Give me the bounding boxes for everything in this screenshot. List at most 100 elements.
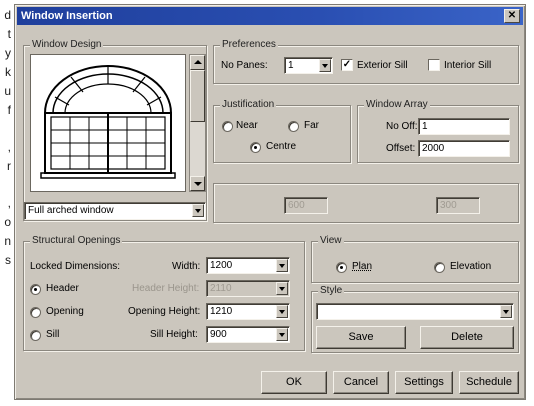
no-off-input[interactable]: 1 xyxy=(418,118,510,135)
background-text-line: d xyxy=(4,8,11,22)
dialog-title: Window Insertion xyxy=(21,10,113,22)
window-type-select[interactable]: Full arched window xyxy=(24,202,206,220)
window-design-group: Window Design Full arched window xyxy=(23,39,207,221)
elevation-radio[interactable] xyxy=(434,262,445,273)
background-text-line: k xyxy=(5,65,11,79)
background-document-text: d t y k u f , r , o n s xyxy=(4,6,11,270)
scroll-down-button[interactable] xyxy=(190,176,205,191)
cancel-button[interactable]: Cancel xyxy=(333,371,389,394)
schedule-button[interactable]: Schedule xyxy=(459,371,519,394)
justification-legend: Justification xyxy=(220,99,277,111)
opening-height-select[interactable]: 1210 xyxy=(206,303,290,320)
background-text-line: , xyxy=(7,140,11,154)
background-text-line: f xyxy=(7,103,11,117)
view-legend: View xyxy=(318,235,344,247)
far-radio[interactable] xyxy=(288,121,299,132)
sill-height-label: Sill Height: xyxy=(150,329,198,340)
settings-button[interactable]: Settings xyxy=(395,371,453,394)
header-radio[interactable] xyxy=(30,284,41,295)
preferences-legend: Preferences xyxy=(220,39,278,51)
chevron-down-icon[interactable] xyxy=(192,204,204,217)
scroll-up-button[interactable] xyxy=(190,55,205,70)
close-button[interactable]: ✕ xyxy=(504,9,520,23)
no-panes-label: No Panes: xyxy=(221,60,268,71)
background-text-line: o xyxy=(4,215,11,229)
down-arrow-icon xyxy=(194,182,202,186)
dialog-titlebar[interactable]: Window Insertion ✕ xyxy=(17,7,523,25)
header-label: Header xyxy=(46,283,79,294)
centre-label: Centre xyxy=(266,141,297,152)
header-height-value: 2110 xyxy=(210,283,232,294)
opening-radio[interactable] xyxy=(30,307,41,318)
ok-button[interactable]: OK xyxy=(261,371,327,394)
up-arrow-icon xyxy=(194,60,202,64)
sill-height-value: 900 xyxy=(210,329,227,340)
interior-sill-checkbox[interactable] xyxy=(428,59,440,71)
chevron-down-icon[interactable] xyxy=(319,59,331,72)
dimension-a-input: 600 xyxy=(284,197,328,214)
dimension-b-input: 300 xyxy=(436,197,480,214)
delete-button[interactable]: Delete xyxy=(420,326,514,349)
offset-label: Offset: xyxy=(386,143,416,154)
sill-height-select[interactable]: 900 xyxy=(206,326,290,343)
header-height-select: 2110 xyxy=(206,280,290,297)
scroll-thumb[interactable] xyxy=(190,70,205,122)
justification-group: Justification Near Far Centre xyxy=(213,99,351,163)
no-off-label: No Off: xyxy=(386,121,418,132)
width-value: 1200 xyxy=(210,260,233,271)
near-label: Near xyxy=(236,120,258,131)
background-text-line: y xyxy=(5,46,11,60)
chevron-down-icon xyxy=(276,282,288,295)
interior-sill-label: Interior Sill xyxy=(444,60,492,71)
window-type-value: Full arched window xyxy=(28,205,114,216)
width-select[interactable]: 1200 xyxy=(206,257,290,274)
dimensions-group: 600 300 xyxy=(213,183,519,223)
style-group: Style Save Delete xyxy=(311,285,519,353)
background-text-line: s xyxy=(5,253,11,267)
no-panes-value: 1 xyxy=(288,60,294,71)
dimension-a-value: 600 xyxy=(288,200,305,211)
elevation-label: Elevation xyxy=(450,261,492,272)
close-icon: ✕ xyxy=(507,10,517,21)
full-arched-window-icon xyxy=(40,65,176,179)
header-height-label: Header Height: xyxy=(132,283,200,294)
width-label: Width: xyxy=(172,261,201,272)
window-array-group: Window Array No Off: 1 Offset: 2000 xyxy=(357,99,519,163)
background-text-line: n xyxy=(4,234,11,248)
background-text-line: , xyxy=(7,196,11,210)
window-array-legend: Window Array xyxy=(364,99,430,111)
exterior-sill-label: Exterior Sill xyxy=(357,60,408,71)
opening-height-value: 1210 xyxy=(210,306,233,317)
far-label: Far xyxy=(304,120,319,131)
no-off-value: 1 xyxy=(422,121,428,132)
chevron-down-icon[interactable] xyxy=(276,259,288,272)
background-text-line: t xyxy=(7,27,11,41)
chevron-down-icon[interactable] xyxy=(276,328,288,341)
opening-height-label: Opening Height: xyxy=(128,306,201,317)
style-select[interactable] xyxy=(316,303,514,320)
window-preview xyxy=(30,54,186,192)
offset-input[interactable]: 2000 xyxy=(418,140,510,157)
view-group: View Plan Elevation xyxy=(311,235,519,283)
no-panes-select[interactable]: 1 xyxy=(284,57,333,74)
locked-dimensions-label: Locked Dimensions: xyxy=(30,261,121,272)
window-insertion-dialog: Window Insertion ✕ Window Design Full ar… xyxy=(14,4,526,400)
exterior-sill-checkbox[interactable]: ✓ xyxy=(341,59,353,71)
chevron-down-icon[interactable] xyxy=(500,305,512,318)
preferences-group: Preferences No Panes: 1 ✓ Exterior Sill … xyxy=(213,39,519,84)
sill-label: Sill xyxy=(46,329,60,340)
dimension-b-value: 300 xyxy=(440,200,457,211)
background-text-line: u xyxy=(4,84,11,98)
window-design-legend: Window Design xyxy=(30,39,104,51)
centre-radio[interactable] xyxy=(250,142,261,153)
design-scrollbar[interactable] xyxy=(189,54,206,192)
save-button[interactable]: Save xyxy=(316,326,406,349)
plan-label: Plan xyxy=(352,261,373,272)
plan-radio[interactable] xyxy=(336,262,347,273)
offset-value: 2000 xyxy=(422,143,445,154)
background-text-line: r xyxy=(7,159,11,173)
opening-label: Opening xyxy=(46,306,84,317)
sill-radio[interactable] xyxy=(30,330,41,341)
chevron-down-icon[interactable] xyxy=(276,305,288,318)
near-radio[interactable] xyxy=(222,121,233,132)
